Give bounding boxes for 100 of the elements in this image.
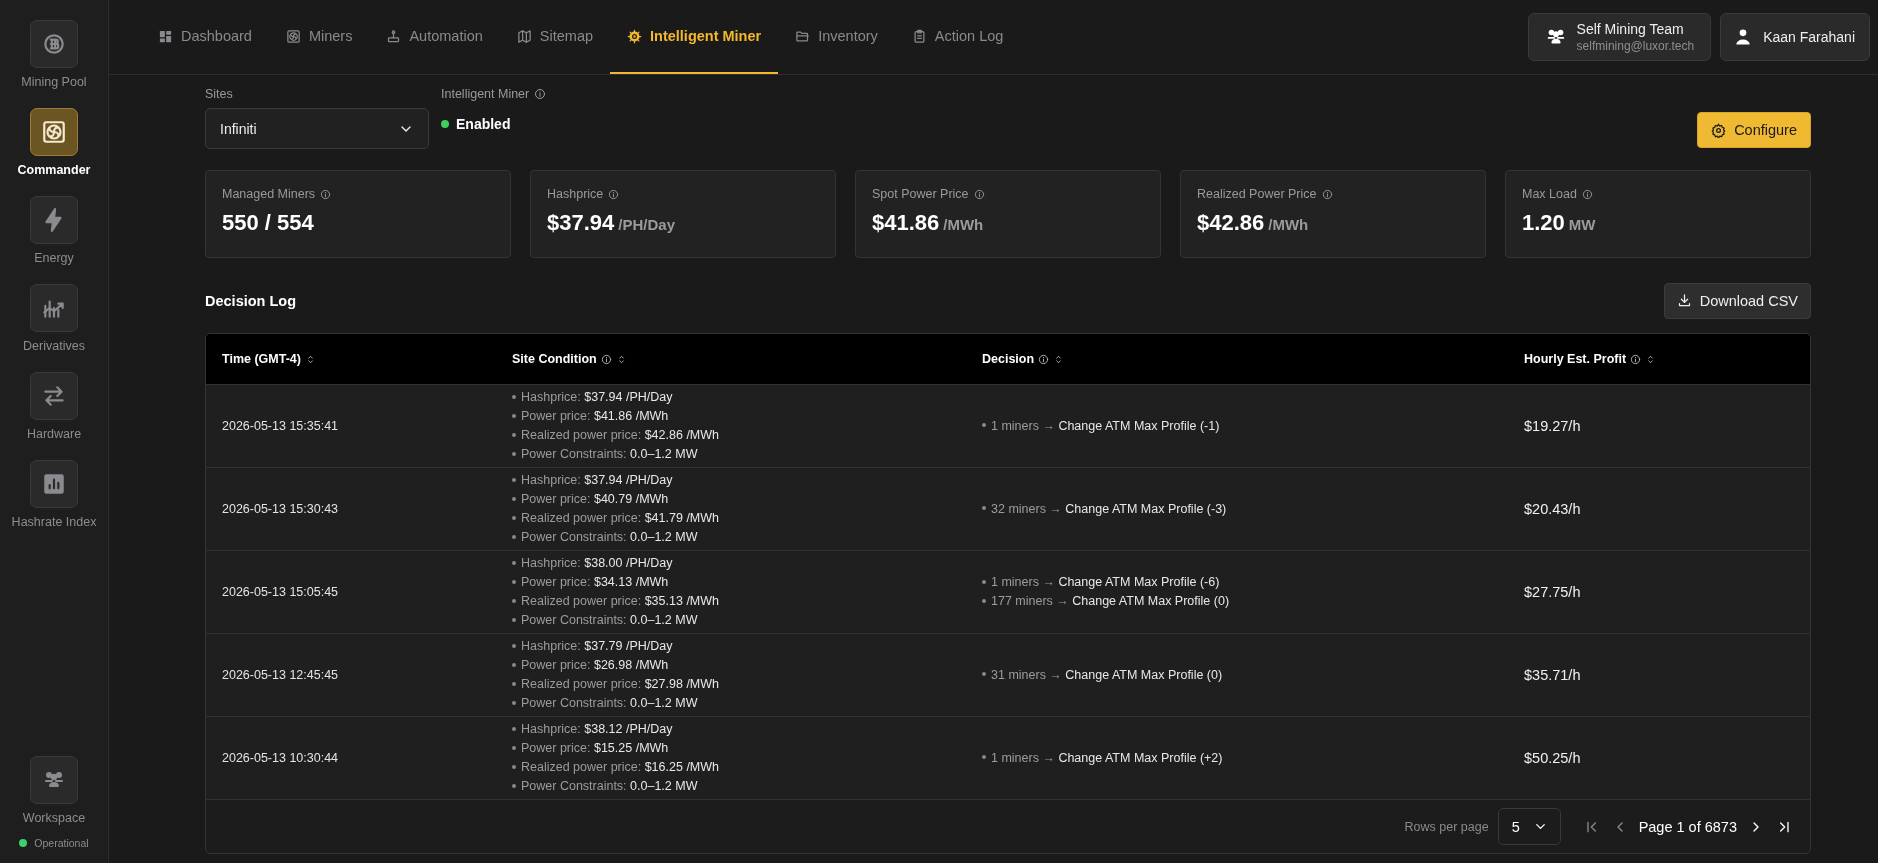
sidebar-button[interactable]: [30, 20, 78, 68]
condition-line: Power Constraints: 0.0–1.2 MW: [512, 777, 966, 796]
user-menu-button[interactable]: Kaan Farahani: [1720, 13, 1870, 61]
status-text: Enabled: [456, 116, 511, 132]
stat-label: Realized Power Price: [1197, 187, 1317, 201]
workspace-button[interactable]: [30, 756, 78, 804]
condition-line: Hashprice: $38.00 /PH/Day: [512, 554, 966, 573]
sites-dropdown[interactable]: Infiniti: [205, 108, 429, 149]
info-icon: [320, 188, 332, 200]
gear-icon: [627, 28, 642, 44]
time-cell-text: 2026-05-13 15:35:41: [222, 419, 340, 433]
nav-tab[interactable]: Dashboard: [141, 0, 269, 74]
column-header[interactable]: Site Condition: [496, 334, 966, 385]
column-header[interactable]: Hourly Est. Profit: [1508, 334, 1810, 385]
decision-line: 177 miners → Change ATM Max Profile (0): [982, 592, 1508, 611]
nav-tab[interactable]: Action Log: [894, 0, 1021, 74]
time-cell-text: 2026-05-13 15:05:45: [222, 585, 340, 599]
time-cell-text: 2026-05-13 12:45:45: [222, 668, 340, 682]
download-csv-button[interactable]: Download CSV: [1663, 282, 1811, 319]
time-cell-text: 2026-05-13 15:30:43: [222, 502, 340, 516]
decision-line: 1 miners → Change ATM Max Profile (-1): [982, 416, 1508, 436]
profit-cell-text: $50.25/h: [1524, 750, 1582, 766]
bar-chart-icon: [41, 471, 67, 497]
stat-value: $37.94 /PH/Day: [547, 210, 676, 236]
condition-line: Realized power price: $41.79 /MWh: [512, 509, 966, 528]
sidebar-button[interactable]: [30, 284, 78, 332]
sidebar-button[interactable]: [30, 196, 78, 244]
stat-value: 1.20 MW: [1522, 210, 1597, 236]
rows-per-page-label: Rows per page: [1404, 819, 1489, 834]
decision-line: 31 miners → Change ATM Max Profile (0): [982, 665, 1508, 685]
swap-arrows-icon: [41, 383, 67, 409]
team-email: selfmining@luxor.tech: [1576, 39, 1695, 53]
condition-line: Hashprice: $37.94 /PH/Day: [512, 471, 966, 490]
section-title: Decision Log: [205, 292, 297, 309]
condition-line: Power price: $41.86 /MWh: [512, 407, 966, 426]
stat-label: Hashprice: [547, 187, 604, 201]
condition-line: Realized power price: $27.98 /MWh: [512, 675, 966, 694]
status-label: Operational: [34, 837, 89, 849]
decision-line: 32 miners → Change ATM Max Profile (-3): [982, 499, 1508, 519]
condition-line: Hashprice: $37.79 /PH/Day: [512, 637, 966, 656]
nav-tab[interactable]: Automation: [369, 0, 500, 74]
nav-tab[interactable]: Miners: [268, 0, 370, 74]
page-indicator: Page 1 of 6873: [1638, 818, 1737, 835]
sidebar-label[interactable]: Energy: [34, 251, 74, 265]
column-header[interactable]: Time (GMT-4): [206, 334, 496, 385]
sidebar-button[interactable]: [30, 460, 78, 508]
condition-line: Power price: $15.25 /MWh: [512, 739, 966, 758]
profit-cell-text: $35.71/h: [1524, 667, 1582, 683]
decision-line: 1 miners → Change ATM Max Profile (+2): [982, 748, 1508, 768]
rows-per-page-dropdown[interactable]: 5: [1497, 808, 1561, 845]
sidebar-label[interactable]: Mining Pool: [21, 75, 87, 89]
info-icon: [534, 88, 547, 100]
grid-icon: [158, 28, 173, 44]
condition-line: Power price: $34.13 /MWh: [512, 573, 966, 592]
profit-cell-text: $27.75/h: [1524, 584, 1582, 600]
joystick-icon: [386, 28, 402, 44]
coin-icon: [41, 31, 67, 57]
sidebar-label[interactable]: Commander: [17, 163, 91, 177]
stat-label: Max Load: [1522, 187, 1577, 201]
stat-value: 550 / 554: [222, 210, 315, 236]
condition-line: Power Constraints: 0.0–1.2 MW: [512, 445, 966, 464]
field-label: Sites: [205, 87, 233, 101]
info-icon: [973, 188, 985, 200]
time-cell-text: 2026-05-13 10:30:44: [222, 751, 340, 765]
sidebar-label[interactable]: Hardware: [26, 427, 82, 441]
fan-icon: [41, 119, 67, 145]
team-name: Self Mining Team: [1576, 21, 1685, 37]
condition-line: Power Constraints: 0.0–1.2 MW: [512, 611, 966, 630]
fan-icon: [285, 28, 301, 44]
sidebar-button[interactable]: [30, 372, 78, 420]
field-label: Intelligent Miner: [441, 87, 530, 101]
configure-button[interactable]: Configure: [1697, 112, 1811, 148]
nav-tab[interactable]: Inventory: [778, 0, 895, 74]
workspace-label[interactable]: Workspace: [22, 811, 86, 825]
sidebar-button[interactable]: [30, 108, 78, 156]
condition-line: Hashprice: $38.12 /PH/Day: [512, 720, 966, 739]
condition-line: Power Constraints: 0.0–1.2 MW: [512, 528, 966, 547]
stat-label: Spot Power Price: [872, 187, 969, 201]
info-icon: [1581, 188, 1593, 200]
info-icon: [608, 188, 620, 200]
download-icon: [1676, 293, 1692, 308]
sidebar-label[interactable]: Hashrate Index: [11, 515, 97, 529]
decision-line: 1 miners → Change ATM Max Profile (-6): [982, 573, 1508, 592]
info-icon: [1038, 353, 1050, 365]
condition-line: Realized power price: $16.25 /MWh: [512, 758, 966, 777]
stat-label: Managed Miners: [222, 187, 316, 201]
condition-line: Hashprice: $37.94 /PH/Day: [512, 388, 966, 407]
team-switcher[interactable]: Self Mining Team selfmining@luxor.tech: [1527, 13, 1712, 61]
nav-tab[interactable]: Intelligent Miner: [610, 0, 779, 74]
column-header[interactable]: Decision: [966, 334, 1508, 385]
condition-line: Realized power price: $35.13 /MWh: [512, 592, 966, 611]
stat-value: $42.86 /MWh: [1197, 210, 1310, 236]
condition-line: Power price: $26.98 /MWh: [512, 656, 966, 675]
condition-line: Power price: $40.79 /MWh: [512, 490, 966, 509]
profit-cell-text: $20.43/h: [1524, 501, 1582, 517]
map-icon: [516, 28, 532, 44]
folder-icon: [795, 28, 811, 44]
nav-tab[interactable]: Sitemap: [499, 0, 610, 74]
stat-value: $41.86 /MWh: [872, 210, 985, 236]
sidebar-label[interactable]: Derivatives: [23, 339, 85, 353]
